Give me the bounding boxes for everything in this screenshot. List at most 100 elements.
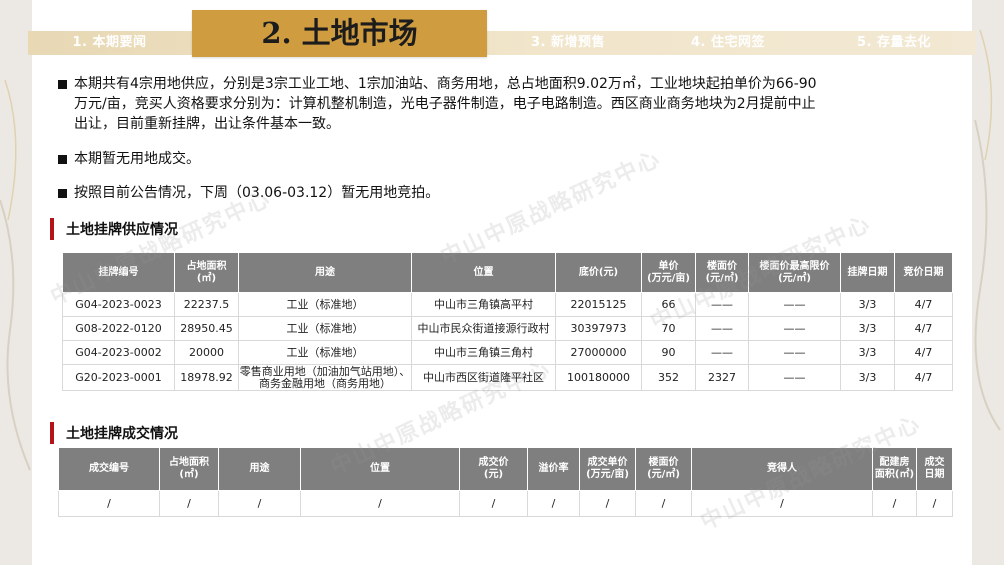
table-header-line: 位置 [473,266,494,278]
supply-section-title: 土地挂牌供应情况 [66,222,178,238]
supply-section-heading: 土地挂牌供应情况 [50,218,350,240]
table-cell-list-date: 3/3 [840,364,895,391]
table-cell-list-date: 3/3 [840,316,895,341]
table-cell-line: 零售商业用地（加油加气站用地）、 [239,364,411,378]
table-header-cell: 用途 [238,252,412,293]
table-header-cell: 位置 [411,252,556,293]
table-cell-cap: —— [748,292,841,317]
table-cell-list-date: 3/3 [840,292,895,317]
table-header-line: 挂牌编号 [98,266,139,278]
bullet-square-icon [58,189,67,198]
table-cell: / [159,490,219,517]
table-header-line: 用途 [315,266,335,278]
table-cell-price: 100180000 [555,364,642,391]
deal-section-title: 土地挂牌成交情况 [66,426,178,442]
table-cell-cap: —— [748,340,841,365]
table-header-line: (㎡) [196,272,217,284]
table-header-row: 挂牌编号 占地面积 (㎡) 用途 位置 底价(元) 单价 (万元/亩) 楼面价 (元/㎡) 楼面价最… [62,252,953,293]
table-cell: / [218,490,301,517]
table-cell-unit: 66 [641,292,696,317]
table-header-cell: 成交编号 [58,447,160,491]
table-header-cell: 成交单价 (万元/亩) [579,447,636,491]
table-header-line: 占地面积 [169,457,209,468]
bullet-next-week: 按照目前公告情况，下周（03.06-03.12）暂无用地竞拍。 [58,183,938,203]
table-header-line: (元/㎡) [778,272,811,284]
table-cell-line: 工业（标准地） [286,321,364,335]
table-cell: / [579,490,636,517]
table-header-cell: 配建房 面积(㎡) [872,447,917,491]
table-header-line: 楼面价最高限价 [759,260,830,272]
table-cell: / [58,490,160,517]
table-header-line: (万元/亩) [647,272,690,284]
table-cell-location: 中山市三角镇三角村 [411,340,556,365]
table-cell-area: 22237.5 [174,292,239,317]
table-cell-cap: —— [748,364,841,391]
table-header-line: 成交编号 [89,463,129,474]
table-cell: / [459,490,528,517]
table-header-cell: 成交 日期 [916,447,953,491]
main-content: 本期共有4宗用地供应，分别是3宗工业工地、1宗加油站、商务用地，总占地面积9.0… [0,0,1004,565]
table-cell: / [872,490,917,517]
table-cell-bid-date: 4/7 [894,316,953,341]
table-cell-bid-date: 4/7 [894,364,953,391]
table-cell-unit: 70 [641,316,696,341]
table-header-line: 单价 [658,260,679,272]
table-cell-area: 28950.45 [174,316,239,341]
bullet-supply-summary: 本期共有4宗用地供应，分别是3宗工业工地、1宗加油站、商务用地，总占地面积9.0… [58,74,938,134]
table-cell: / [635,490,692,517]
bullet-line: 本期共有4宗用地供应，分别是3宗工业工地、1宗加油站、商务用地，总占地面积9.0… [74,76,817,92]
table-cell-floor: —— [695,292,749,317]
table-header-line: 面积(㎡) [874,469,915,480]
table-header-cell: 占地面积 (㎡) [174,252,239,293]
table-header-cell: 竞价日期 [894,252,953,293]
table-cell: / [916,490,953,517]
table-cell-line: 工业（标准地） [286,297,364,311]
table-header-cell: 楼面价最高限价 (元/㎡) [748,252,841,293]
bullet-line: 按照目前公告情况，下周（03.06-03.12）暂无用地竞拍。 [74,185,440,201]
table-header-cell: 溢价率 [527,447,580,491]
table-cell-unit: 90 [641,340,696,365]
table-header-line: (元/㎡) [705,272,739,284]
table-cell-price: 27000000 [555,340,642,365]
bullet-square-icon [58,155,67,164]
table-cell-list-date: 3/3 [840,340,895,365]
table-header-line: (元) [483,469,504,480]
table-cell-unit: 352 [641,364,696,391]
table-header-cell: 单价 (万元/亩) [641,252,696,293]
table-cell-bid-date: 4/7 [894,292,953,317]
table-header-cell: 用途 [218,447,301,491]
table-cell-area: 20000 [174,340,239,365]
table-header-line: 楼面价 [707,260,737,272]
table-header-line: 溢价率 [538,463,569,474]
table-header-line: 底价(元) [578,266,619,278]
table-cell-floor: —— [695,316,749,341]
table-cell-use: 工业（标准地） [238,340,412,365]
table-cell-floor: 2327 [695,364,749,391]
table-cell-price: 30397973 [555,316,642,341]
table-row: G04-2023-0002 20000 工业（标准地） 中山市三角镇三角村 270000… [62,340,953,365]
land-supply-table: 挂牌编号 占地面积 (㎡) 用途 位置 底价(元) 单价 (万元/亩) 楼面价 (元/㎡) 楼面价最… [62,252,953,391]
table-header-cell: 楼面价 (元/㎡) [695,252,749,293]
table-cell-code: G20-2023-0001 [62,364,175,391]
bullet-line: 万元/亩，竞买人资格要求分别为：计算机整机制造，光电子器件制造，电子电路制造。西… [74,96,816,112]
table-cell-cap: —— [748,316,841,341]
deal-section-heading: 土地挂牌成交情况 [50,422,350,444]
table-header-line: 日期 [924,469,945,480]
table-cell-line: 商务金融用地（商务用地） [259,376,391,390]
table-header-line: 位置 [370,463,390,474]
bullet-line: 出让，目前重新挂牌，出让条件基本一致。 [74,116,340,132]
table-cell: / [527,490,580,517]
table-row: G20-2023-0001 18978.92 零售商业用地（加油加气站用地）、 商务金… [62,364,953,391]
table-cell-area: 18978.92 [174,364,239,391]
table-header-cell: 楼面价 (元/㎡) [635,447,692,491]
table-cell: / [691,490,873,517]
table-cell-code: G08-2022-0120 [62,316,175,341]
table-header-line: 楼面价 [648,457,679,468]
table-cell-use: 零售商业用地（加油加气站用地）、 商务金融用地（商务用地） [238,364,412,391]
table-header-line: 用途 [249,463,270,474]
bullet-line: 本期暂无用地成交。 [74,151,200,167]
table-row: G04-2023-0023 22237.5 工业（标准地） 中山市三角镇高平村 2201… [62,292,953,317]
table-header-line: 竞得人 [767,463,797,474]
table-header-cell: 竞得人 [691,447,873,491]
table-header-cell: 底价(元) [555,252,642,293]
